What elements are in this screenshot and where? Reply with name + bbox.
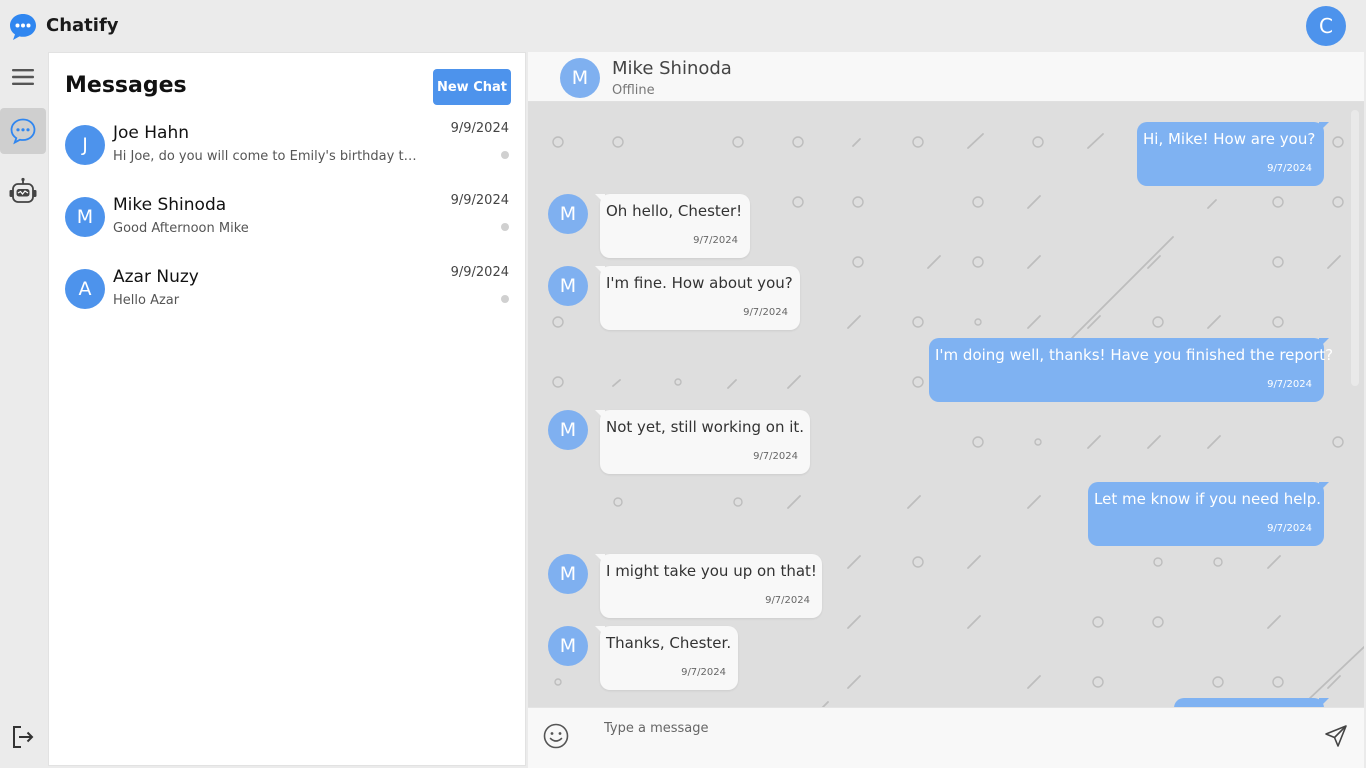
- conversation-name: Azar Nuzy: [113, 267, 199, 287]
- status-dot: [501, 151, 509, 159]
- message-time: 9/7/2024: [1267, 379, 1312, 390]
- chat-header: M Mike Shinoda Offline: [528, 52, 1364, 102]
- chat-scrollbar[interactable]: [1351, 110, 1359, 386]
- message-avatar: M: [548, 410, 588, 450]
- send-icon[interactable]: [1324, 724, 1348, 748]
- top-bar: Chatify C: [0, 0, 1366, 52]
- message-time: 9/7/2024: [753, 451, 798, 462]
- message-text: Thanks, Chester.: [606, 634, 732, 652]
- chat-logo-icon: [10, 14, 36, 40]
- message-list[interactable]: Hi, Mike! How are you? 9/7/2024 M Oh hel…: [528, 102, 1364, 757]
- status-dot: [501, 295, 509, 303]
- outgoing-message: Hi, Mike! How are you? 9/7/2024: [1137, 122, 1329, 186]
- outgoing-message: I'm doing well, thanks! Have you finishe…: [929, 338, 1334, 402]
- message-input[interactable]: [590, 710, 1306, 766]
- incoming-message: Thanks, Chester. 9/7/2024: [595, 626, 738, 690]
- conversation-item[interactable]: J Joe Hahn Hi Joe, do you will come to E…: [49, 115, 525, 187]
- chats-nav-button[interactable]: [0, 108, 46, 154]
- message-avatar: M: [548, 194, 588, 234]
- message-text: I might take you up on that!: [606, 562, 817, 580]
- message-text: Oh hello, Chester!: [606, 202, 743, 220]
- message-time: 9/7/2024: [681, 667, 726, 678]
- logout-icon: [13, 726, 34, 748]
- contact-avatar: M: [560, 58, 600, 98]
- emoji-icon[interactable]: [542, 722, 570, 750]
- message-text: Not yet, still working on it.: [606, 418, 805, 436]
- contact-status: Offline: [612, 83, 655, 98]
- contact-name: Mike Shinoda: [612, 58, 732, 79]
- bot-nav-button[interactable]: [0, 169, 46, 215]
- app-title: Chatify: [46, 15, 119, 36]
- message-time: 9/7/2024: [1267, 523, 1312, 534]
- message-text: I'm fine. How about you?: [606, 274, 793, 292]
- chat-icon: [10, 118, 36, 145]
- incoming-message: I might take you up on that! 9/7/2024: [595, 554, 822, 618]
- conversation-avatar: M: [65, 197, 105, 237]
- incoming-message: Not yet, still working on it. 9/7/2024: [595, 410, 810, 474]
- menu-icon: [12, 69, 34, 85]
- conversation-item[interactable]: M Mike Shinoda Good Afternoon Mike 9/9/2…: [49, 187, 525, 259]
- message-avatar: M: [548, 626, 588, 666]
- conversation-preview: Good Afternoon Mike: [113, 221, 249, 236]
- messages-title: Messages: [65, 73, 187, 98]
- conversation-preview: Hi Joe, do you will come to Emily's birt…: [113, 149, 421, 164]
- conversation-item[interactable]: A Azar Nuzy Hello Azar 9/9/2024: [49, 259, 525, 331]
- message-time: 9/7/2024: [765, 595, 810, 606]
- message-text: I'm doing well, thanks! Have you finishe…: [935, 346, 1334, 364]
- status-dot: [501, 223, 509, 231]
- conversation-avatar: J: [65, 125, 105, 165]
- nav-rail: [0, 52, 46, 768]
- conversation-date: 9/9/2024: [450, 193, 509, 208]
- message-avatar: M: [548, 554, 588, 594]
- chat-panel: M Mike Shinoda Offline Hi, Mike! How are…: [528, 52, 1364, 768]
- user-avatar[interactable]: C: [1306, 6, 1346, 46]
- bot-icon: [9, 177, 37, 203]
- conversation-name: Joe Hahn: [113, 123, 190, 143]
- conversation-name: Mike Shinoda: [113, 195, 227, 215]
- menu-button[interactable]: [0, 54, 46, 100]
- conversation-preview: Hello Azar: [113, 293, 180, 308]
- messages-panel: Messages New Chat J Joe Hahn Hi Joe, do …: [48, 52, 526, 766]
- message-time: 9/7/2024: [743, 307, 788, 318]
- message-avatar: M: [548, 266, 588, 306]
- conversation-date: 9/9/2024: [450, 265, 509, 280]
- conversation-avatar: A: [65, 269, 105, 309]
- message-text: Hi, Mike! How are you?: [1143, 130, 1316, 148]
- logout-button[interactable]: [0, 714, 46, 760]
- message-composer: [528, 707, 1364, 768]
- message-time: 9/7/2024: [1267, 163, 1312, 174]
- outgoing-message: Let me know if you need help. 9/7/2024: [1088, 482, 1329, 546]
- message-text: Let me know if you need help.: [1094, 490, 1321, 508]
- conversation-date: 9/9/2024: [450, 121, 509, 136]
- message-time: 9/7/2024: [693, 235, 738, 246]
- new-chat-button[interactable]: New Chat: [433, 69, 511, 105]
- incoming-message: I'm fine. How about you? 9/7/2024: [595, 266, 800, 330]
- incoming-message: Oh hello, Chester! 9/7/2024: [595, 194, 750, 258]
